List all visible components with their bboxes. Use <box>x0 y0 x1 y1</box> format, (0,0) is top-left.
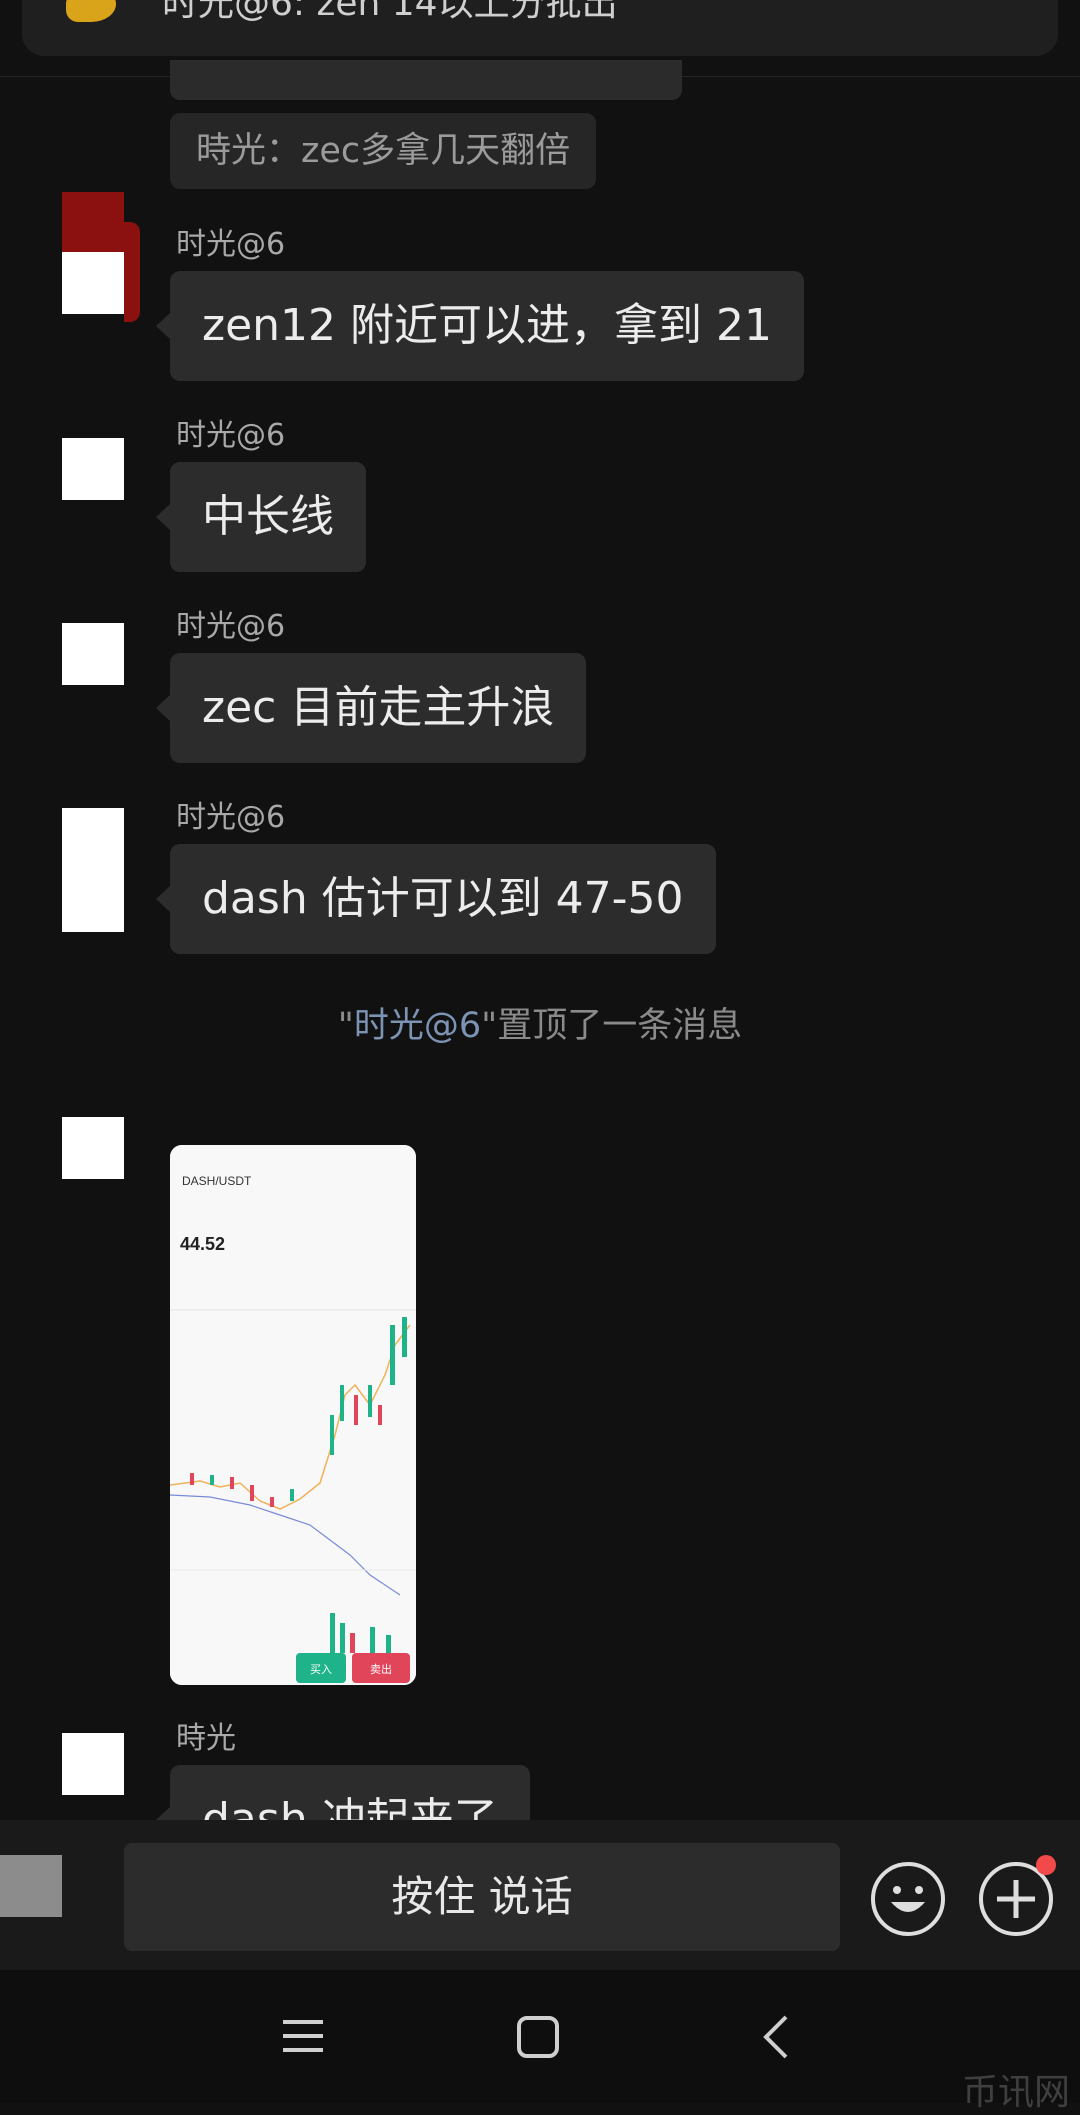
sender-name: 时光@6 <box>176 609 286 644</box>
avatar[interactable] <box>62 1733 124 1795</box>
chart-image-message[interactable]: DASH/USDT 44.52 买入 卖出 <box>170 1145 416 1685</box>
svg-text:买入: 买入 <box>310 1663 332 1676</box>
message-bubble[interactable]: zec 目前走主升浪 <box>155 653 587 763</box>
avatar[interactable] <box>62 808 124 932</box>
previous-bubble-edge <box>170 60 682 100</box>
back-chevron-icon[interactable] <box>760 2014 790 2060</box>
avatar[interactable] <box>62 623 124 685</box>
watermark: 币讯网 <box>962 2072 1071 2113</box>
system-pin-notice: "时光@6"置顶了一条消息 <box>337 1006 743 1046</box>
menu-lines-icon[interactable] <box>283 2018 323 2054</box>
avatar[interactable] <box>62 438 124 500</box>
message-bubble[interactable]: 中长线 <box>156 462 366 572</box>
trading-pair-label: DASH/USDT <box>182 1174 252 1188</box>
keyboard-toggle-icon[interactable] <box>0 1855 62 1917</box>
avatar-background <box>62 192 124 252</box>
svg-text:卖出: 卖出 <box>370 1662 392 1676</box>
square-home-icon[interactable] <box>517 2016 559 2058</box>
quoted-message[interactable]: 時光：zec多拿几天翻倍 <box>170 113 597 189</box>
avatar-edge <box>124 222 140 322</box>
stock-chart-screenshot: DASH/USDT 44.52 买入 卖出 <box>170 1145 416 1685</box>
system-user-link[interactable]: 时光@6 <box>354 1006 481 1046</box>
sender-name: 时光@6 <box>176 800 286 835</box>
hold-to-talk-button[interactable]: 按住 说话 <box>124 1843 840 1951</box>
avatar[interactable] <box>62 1117 124 1179</box>
message-bubble[interactable]: zen12 附近可以进，拿到 21 <box>155 271 805 381</box>
notification-dot <box>1036 1855 1056 1875</box>
sender-name: 时光@6 <box>176 227 286 262</box>
pinned-message-text: 时光@6: zen 14以上分批出 <box>162 0 618 24</box>
avatar[interactable] <box>62 252 124 314</box>
smiley-face-icon[interactable] <box>871 1862 945 1936</box>
message-bubble[interactable]: dash 估计可以到 47-50 <box>156 844 716 954</box>
price-label: 44.52 <box>180 1234 225 1254</box>
sender-name: 时光@6 <box>176 418 286 453</box>
sender-name: 時光 <box>176 1721 236 1756</box>
